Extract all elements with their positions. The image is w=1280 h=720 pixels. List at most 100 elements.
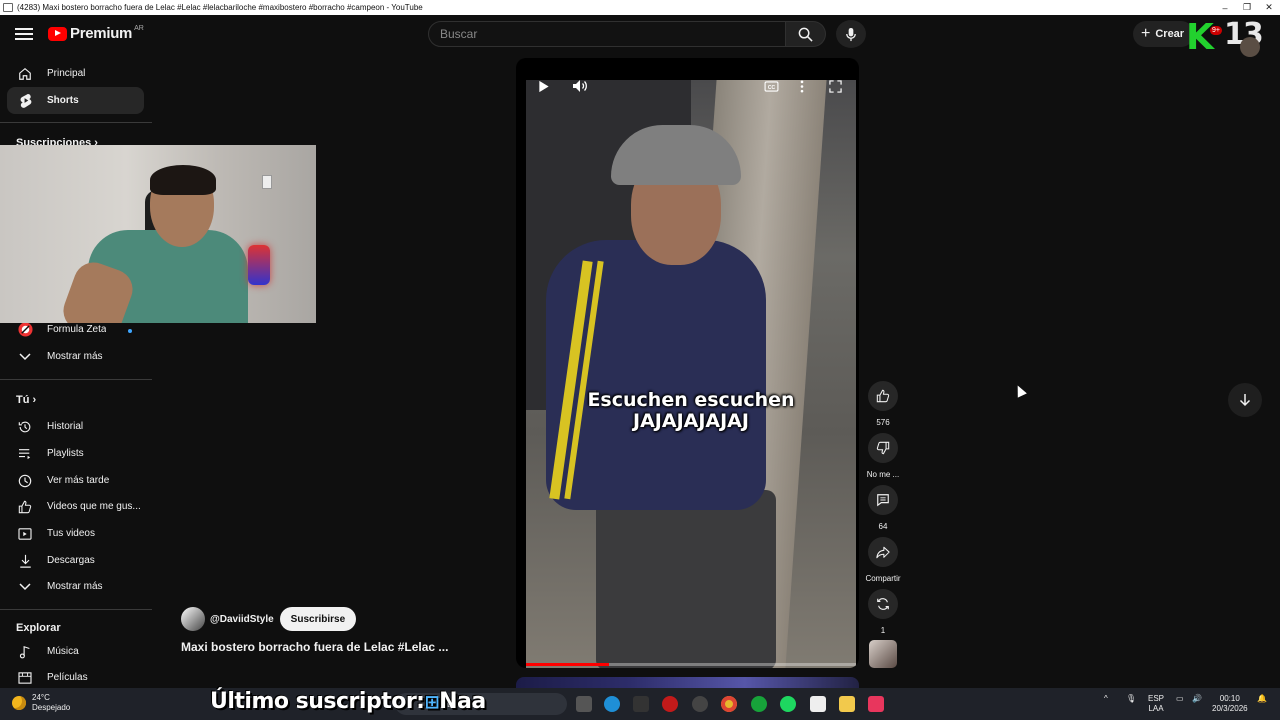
audio-source-thumbnail[interactable] bbox=[869, 640, 897, 668]
youtube-premium-logo[interactable]: Premium AR bbox=[48, 25, 144, 42]
plus-icon: + bbox=[1141, 25, 1151, 42]
mouse-cursor-icon bbox=[1013, 383, 1027, 398]
last-subscriber-label: Último suscriptor: bbox=[210, 689, 425, 714]
fullscreen-icon[interactable] bbox=[825, 76, 845, 96]
sidebar-item-historial[interactable]: Historial bbox=[7, 413, 144, 440]
progress-fill bbox=[526, 663, 609, 666]
sidebar-item-show-more-you[interactable]: Mostrar más bbox=[7, 573, 144, 600]
sidebar-item-label: Principal bbox=[47, 68, 86, 79]
channel-avatar[interactable] bbox=[181, 607, 205, 631]
sidebar-divider bbox=[0, 609, 152, 610]
your-videos-icon bbox=[14, 527, 36, 540]
tray-overflow-icon[interactable]: ^ bbox=[1104, 694, 1108, 704]
history-icon bbox=[14, 420, 36, 434]
app-icon[interactable] bbox=[662, 696, 678, 712]
sidebar-item-label: Shorts bbox=[47, 95, 79, 106]
sidebar-item-music[interactable]: Música bbox=[7, 638, 144, 665]
more-options-icon[interactable] bbox=[792, 76, 812, 96]
sidebar-item-liked-videos[interactable]: Videos que me gus... bbox=[7, 493, 144, 520]
channel-name[interactable]: @DaviidStyle bbox=[210, 614, 274, 625]
caption-line: JAJAJAJAJAJ bbox=[633, 410, 749, 432]
last-subscriber-overlay: Último suscriptor:⊞Naa bbox=[210, 689, 486, 714]
closed-captions-icon[interactable]: CC bbox=[761, 76, 781, 96]
comments-button[interactable]: 64 bbox=[865, 485, 901, 531]
microphone-icon bbox=[846, 27, 856, 41]
you-heading[interactable]: Tú › bbox=[16, 394, 36, 406]
search-button[interactable] bbox=[786, 21, 826, 47]
obs-studio-icon[interactable] bbox=[692, 696, 708, 712]
subscribe-button[interactable]: Suscribirse bbox=[279, 607, 357, 631]
home-icon bbox=[14, 67, 36, 81]
caption-line: Escuchen escuchen bbox=[587, 389, 795, 411]
chevron-down-icon bbox=[14, 582, 36, 591]
weather-widget[interactable]: 24°C Despejado bbox=[12, 693, 70, 713]
sidebar-item-movies[interactable]: Películas bbox=[7, 664, 144, 691]
voice-search-button[interactable] bbox=[836, 20, 866, 48]
dislike-button[interactable]: No me ... bbox=[865, 433, 901, 479]
window-title: (4283) Maxi bostero borracho fuera de Le… bbox=[17, 3, 423, 12]
xbox-icon[interactable] bbox=[751, 696, 767, 712]
video-caption-overlay: Escuchen escuchen JAJAJAJAJAJ bbox=[526, 390, 856, 432]
sidebar-item-label: Mostrar más bbox=[47, 581, 103, 592]
account-avatar[interactable] bbox=[1240, 37, 1260, 57]
chrome-browser-icon[interactable] bbox=[721, 696, 737, 712]
chevron-down-icon bbox=[14, 352, 36, 361]
app-icon[interactable] bbox=[633, 696, 649, 712]
close-window-icon[interactable]: ✕ bbox=[1258, 2, 1280, 13]
minimize-window-icon[interactable]: – bbox=[1214, 3, 1236, 13]
sidebar-item-downloads[interactable]: Descargas bbox=[7, 547, 144, 574]
shorts-icon bbox=[14, 93, 36, 108]
video-frame[interactable]: Escuchen escuchen JAJAJAJAJAJ bbox=[526, 80, 856, 668]
spotify-icon[interactable] bbox=[780, 696, 796, 712]
notifications-icon[interactable]: 🔔 bbox=[1257, 694, 1267, 704]
like-button[interactable]: 576 bbox=[865, 381, 901, 427]
create-label: Crear bbox=[1155, 28, 1185, 40]
sidebar-item-your-videos[interactable]: Tus videos bbox=[7, 520, 144, 547]
create-button[interactable]: + Crear bbox=[1133, 21, 1195, 47]
search-input[interactable] bbox=[429, 22, 785, 46]
microphone-tray-icon[interactable]: 🎙 bbox=[1126, 694, 1136, 704]
share-label: Compartir bbox=[865, 574, 901, 583]
sidebar-item-show-more-subs[interactable]: Mostrar más bbox=[7, 343, 144, 370]
channel-avatar-icon bbox=[14, 322, 36, 337]
video-person-pants bbox=[596, 490, 776, 668]
weather-condition: Despejado bbox=[32, 703, 71, 712]
clock-icon bbox=[14, 474, 36, 488]
next-video-button[interactable] bbox=[1228, 383, 1262, 417]
notification-count-badge[interactable]: 9+ bbox=[1210, 26, 1222, 35]
youtube-play-logo-icon bbox=[48, 26, 67, 41]
remix-icon bbox=[877, 598, 889, 610]
clock[interactable]: 00:10 20/3/2026 bbox=[1212, 694, 1248, 714]
network-icon[interactable]: ▭ bbox=[1176, 694, 1184, 704]
shorts-player[interactable]: Escuchen escuchen JAJAJAJAJAJ CC bbox=[516, 58, 859, 668]
short-title[interactable]: Maxi bostero borracho fuera de Lelac #Le… bbox=[181, 640, 448, 654]
hamburger-menu-icon[interactable] bbox=[14, 25, 34, 45]
dislike-icon bbox=[876, 441, 890, 455]
edge-browser-icon[interactable] bbox=[604, 696, 620, 712]
sidebar-item-label: Tus videos bbox=[47, 528, 95, 539]
search-icon bbox=[798, 27, 813, 42]
app-icon[interactable] bbox=[810, 696, 826, 712]
dislike-label: No me ... bbox=[866, 470, 900, 479]
language-indicator[interactable]: ESP LAA bbox=[1148, 694, 1164, 714]
sidebar-item-label: Historial bbox=[47, 421, 84, 432]
sidebar-item-principal[interactable]: Principal bbox=[7, 60, 144, 87]
remix-button[interactable]: 1 bbox=[865, 589, 901, 635]
share-icon bbox=[876, 546, 890, 558]
sidebar-item-shorts[interactable]: Shorts bbox=[7, 87, 144, 114]
country-code: AR bbox=[134, 25, 144, 32]
video-progress-bar[interactable] bbox=[526, 663, 856, 666]
sidebar-item-watch-later[interactable]: Ver más tarde bbox=[7, 467, 144, 494]
play-icon[interactable] bbox=[534, 76, 554, 96]
volume-icon[interactable] bbox=[570, 76, 590, 96]
task-view-icon[interactable] bbox=[576, 696, 592, 712]
explore-heading: Explorar bbox=[16, 622, 61, 634]
sidebar-item-label: Ver más tarde bbox=[47, 475, 110, 486]
tiktok-icon[interactable] bbox=[868, 696, 884, 712]
sidebar-item-playlists[interactable]: Playlists bbox=[7, 440, 144, 467]
speaker-icon[interactable]: 🔊 bbox=[1192, 694, 1202, 704]
sidebar-item-label: Videos que me gus... bbox=[47, 501, 141, 512]
maximize-window-icon[interactable]: ❐ bbox=[1236, 2, 1258, 13]
file-explorer-icon[interactable] bbox=[839, 696, 855, 712]
share-button[interactable]: Compartir bbox=[865, 537, 901, 583]
